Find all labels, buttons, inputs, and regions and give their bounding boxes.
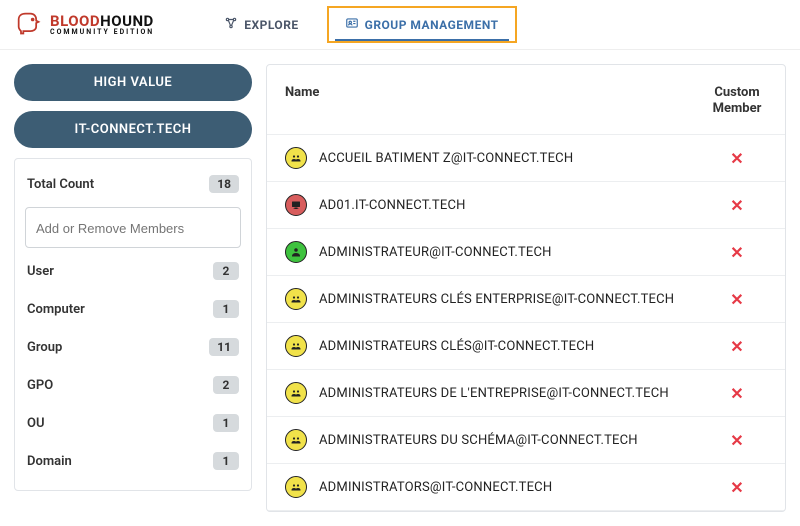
table-row[interactable]: ADMINISTRATEURS DU SCHÉMA@IT-CONNECT.TEC… [267, 417, 785, 464]
stat-row[interactable]: OU 1 [23, 404, 243, 442]
pill-high-value[interactable]: HIGH VALUE [14, 64, 252, 101]
topbar: BLOODHOUND COMMUNITY EDITION EXPLORE [0, 0, 800, 50]
stat-label: Domain [27, 454, 72, 469]
nav-tabs: EXPLORE GROUP MANAGEMENT [214, 6, 516, 43]
remove-member-button[interactable]: ✕ [707, 149, 767, 168]
member-name: ADMINISTRATEUR@IT-CONNECT.TECH [319, 245, 552, 260]
remove-member-button[interactable]: ✕ [707, 290, 767, 309]
search-input[interactable] [36, 221, 230, 236]
stat-count: 1 [213, 452, 239, 470]
stat-label: GPO [27, 378, 53, 393]
content: HIGH VALUE IT-CONNECT.TECH Total Count 1… [0, 50, 800, 526]
computer-icon [285, 194, 307, 216]
table-row[interactable]: ADMINISTRATEURS CLÉS@IT-CONNECT.TECH ✕ [267, 323, 785, 370]
sidebar: HIGH VALUE IT-CONNECT.TECH Total Count 1… [14, 64, 252, 512]
group-icon [285, 147, 307, 169]
remove-member-button[interactable]: ✕ [707, 431, 767, 450]
group-management-icon [345, 16, 359, 33]
remove-member-button[interactable]: ✕ [707, 384, 767, 403]
logo-subtitle: COMMUNITY EDITION [50, 29, 154, 36]
stat-row[interactable]: User 2 [23, 252, 243, 290]
stats-panel: Total Count 18 User2Computer1Group11GPO2… [14, 158, 252, 491]
member-search[interactable] [25, 207, 241, 248]
cell-name: ADMINISTRATEURS DE L'ENTREPRISE@IT-CONNE… [285, 382, 707, 404]
table-row[interactable]: ADMINISTRATEURS CLÉS ENTERPRISE@IT-CONNE… [267, 276, 785, 323]
col-custom-member-header: Custom Member [707, 85, 767, 116]
logo-brand-a: BLOOD [50, 12, 100, 30]
explore-icon [224, 16, 238, 33]
highlight-group-management: GROUP MANAGEMENT [327, 6, 517, 43]
tab-explore-label: EXPLORE [244, 18, 298, 32]
table-header: Name Custom Member [267, 65, 785, 135]
group-icon [285, 476, 307, 498]
remove-member-button[interactable]: ✕ [707, 337, 767, 356]
remove-member-button[interactable]: ✕ [707, 196, 767, 215]
cell-name: ADMINISTRATEUR@IT-CONNECT.TECH [285, 241, 707, 263]
table-row[interactable]: ACCUEIL BATIMENT Z@IT-CONNECT.TECH ✕ [267, 135, 785, 182]
cell-name: AD01.IT-CONNECT.TECH [285, 194, 707, 216]
members-table: Name Custom Member ACCUEIL BATIMENT Z@IT… [266, 64, 786, 512]
stat-total-label: Total Count [27, 177, 94, 192]
cell-name: ADMINISTRATEURS CLÉS ENTERPRISE@IT-CONNE… [285, 288, 707, 310]
logo-brand-b: HOUND [100, 12, 154, 30]
tab-group-management-label: GROUP MANAGEMENT [365, 18, 499, 32]
table-row[interactable]: AD01.IT-CONNECT.TECH ✕ [267, 182, 785, 229]
member-name: AD01.IT-CONNECT.TECH [319, 198, 466, 213]
cell-name: ADMINISTRATEURS DU SCHÉMA@IT-CONNECT.TEC… [285, 429, 707, 451]
stat-label: Group [27, 340, 62, 355]
stat-total: Total Count 18 [23, 165, 243, 203]
table-row[interactable]: ADMINISTRATEURS DE L'ENTREPRISE@IT-CONNE… [267, 370, 785, 417]
stat-row[interactable]: GPO 2 [23, 366, 243, 404]
pill-domain[interactable]: IT-CONNECT.TECH [14, 111, 252, 148]
col-name-header: Name [285, 85, 707, 116]
table-row[interactable]: ADMINISTRATEUR@IT-CONNECT.TECH ✕ [267, 229, 785, 276]
member-name: ADMINISTRATEURS DE L'ENTREPRISE@IT-CONNE… [319, 386, 669, 401]
stat-row[interactable]: Domain 1 [23, 442, 243, 480]
stat-label: Computer [27, 302, 85, 317]
group-icon [285, 382, 307, 404]
table-row[interactable]: ADMINISTRATORS@IT-CONNECT.TECH ✕ [267, 464, 785, 511]
stat-row[interactable]: Group 11 [23, 328, 243, 366]
cell-name: ADMINISTRATORS@IT-CONNECT.TECH [285, 476, 707, 498]
remove-member-button[interactable]: ✕ [707, 478, 767, 497]
member-name: ADMINISTRATEURS DU SCHÉMA@IT-CONNECT.TEC… [319, 433, 638, 448]
cell-name: ADMINISTRATEURS CLÉS@IT-CONNECT.TECH [285, 335, 707, 357]
user-icon [285, 241, 307, 263]
member-name: ADMINISTRATEURS CLÉS ENTERPRISE@IT-CONNE… [319, 292, 674, 307]
stat-count: 2 [213, 376, 239, 394]
stat-count: 11 [209, 338, 239, 356]
group-icon [285, 335, 307, 357]
group-icon [285, 429, 307, 451]
stat-total-count: 18 [209, 175, 239, 193]
tab-group-management[interactable]: GROUP MANAGEMENT [335, 10, 509, 41]
member-name: ADMINISTRATORS@IT-CONNECT.TECH [319, 480, 552, 495]
table-body[interactable]: ACCUEIL BATIMENT Z@IT-CONNECT.TECH✕AD01.… [267, 135, 785, 511]
member-name: ACCUEIL BATIMENT Z@IT-CONNECT.TECH [319, 151, 573, 166]
stat-count: 2 [213, 262, 239, 280]
group-icon [285, 288, 307, 310]
member-name: ADMINISTRATEURS CLÉS@IT-CONNECT.TECH [319, 339, 594, 354]
stat-row[interactable]: Computer 1 [23, 290, 243, 328]
cell-name: ACCUEIL BATIMENT Z@IT-CONNECT.TECH [285, 147, 707, 169]
stat-count: 1 [213, 300, 239, 318]
stat-count: 1 [213, 414, 239, 432]
logo: BLOODHOUND COMMUNITY EDITION [14, 9, 154, 41]
stat-label: User [27, 264, 54, 279]
logo-icon [14, 9, 42, 41]
stat-label: OU [27, 416, 45, 431]
tab-explore[interactable]: EXPLORE [214, 6, 308, 43]
remove-member-button[interactable]: ✕ [707, 243, 767, 262]
